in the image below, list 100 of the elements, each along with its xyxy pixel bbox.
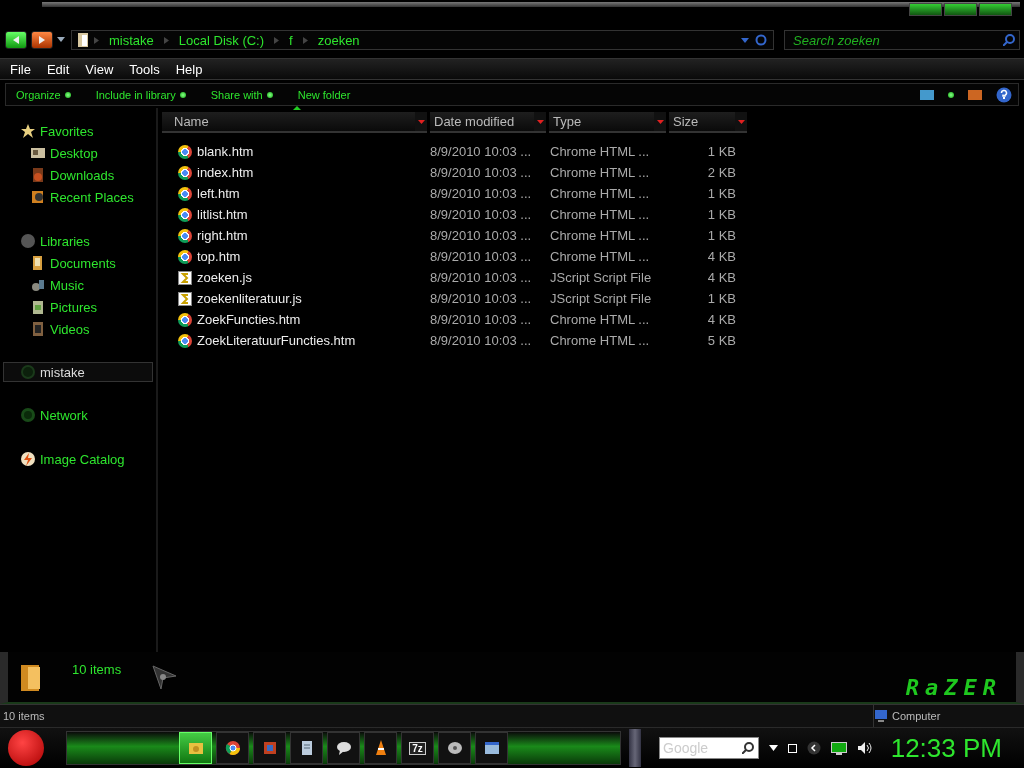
table-cell-text: 1 KB bbox=[706, 207, 736, 222]
downloads-icon bbox=[30, 167, 46, 183]
table-cell-text: 8/9/2010 10:03 ... bbox=[430, 312, 533, 327]
menu-item[interactable]: Help bbox=[167, 61, 211, 77]
monitor-icon[interactable] bbox=[831, 741, 847, 755]
file-name[interactable]: litlist.htm bbox=[158, 207, 430, 222]
start-button[interactable] bbox=[8, 730, 44, 766]
sidebar-item[interactable]: Image Catalog bbox=[0, 448, 156, 470]
taskbar-button[interactable] bbox=[290, 732, 323, 764]
chrome-icon bbox=[178, 312, 192, 327]
taskbar-button[interactable] bbox=[438, 732, 471, 764]
item-count: 10 items bbox=[72, 662, 122, 677]
sidebar-item[interactable]: Downloads bbox=[0, 164, 156, 186]
preview-pane-icon[interactable] bbox=[968, 89, 982, 100]
table-cell-text: 1 KB bbox=[706, 186, 736, 201]
script-file-icon bbox=[178, 270, 192, 285]
table-cell-text: Chrome HTML ... bbox=[550, 165, 651, 180]
menu-item[interactable]: View bbox=[77, 61, 122, 77]
breadcrumb[interactable]: Local Disk (C:) bbox=[174, 32, 269, 48]
search-icon[interactable] bbox=[742, 742, 754, 754]
sidebar-item[interactable]: Favorites bbox=[0, 120, 156, 142]
folder-icon bbox=[78, 33, 88, 47]
table-cell-text: 5 KB bbox=[706, 333, 736, 348]
search-field[interactable]: Search zoeken bbox=[784, 30, 1020, 50]
address-bar[interactable]: mistake Local Disk (C:) f zoeken bbox=[71, 30, 774, 50]
file-name[interactable]: ZoekLiteratuurFuncties.htm bbox=[158, 333, 430, 348]
recent-places-icon bbox=[30, 189, 46, 205]
sidebar-item[interactable]: mistake bbox=[3, 362, 153, 382]
view-icon[interactable] bbox=[920, 89, 934, 100]
libraries-icon bbox=[20, 233, 36, 249]
table-cell-text: Chrome HTML ... bbox=[550, 249, 651, 264]
file-name[interactable]: ZoekFuncties.htm bbox=[158, 312, 430, 327]
videos-icon bbox=[30, 321, 46, 337]
table-cell-text: 2 KB bbox=[706, 165, 736, 180]
sidebar-item[interactable]: Libraries bbox=[0, 230, 156, 252]
sidebar-item[interactable]: Documents bbox=[0, 252, 156, 274]
file-name[interactable]: left.htm bbox=[158, 186, 430, 201]
taskbar-button[interactable] bbox=[475, 732, 508, 764]
breadcrumb[interactable]: f bbox=[285, 32, 297, 48]
toolbar-button[interactable]: Organize bbox=[16, 88, 61, 101]
refresh-icon[interactable] bbox=[755, 34, 767, 46]
taskbar-button[interactable] bbox=[327, 732, 360, 764]
sidebar-item[interactable]: Network bbox=[0, 404, 156, 426]
breadcrumb[interactable]: zoeken bbox=[313, 32, 364, 48]
taskbar-button[interactable] bbox=[216, 732, 249, 764]
file-name[interactable]: blank.htm bbox=[158, 144, 430, 159]
sidebar-item[interactable]: Music bbox=[0, 274, 156, 296]
table-cell-text: JScript Script File bbox=[550, 270, 653, 285]
table-cell-text: Chrome HTML ... bbox=[550, 312, 651, 327]
table-cell-text: Chrome HTML ... bbox=[550, 333, 651, 348]
caret-icon[interactable] bbox=[769, 745, 778, 751]
window-controls[interactable] bbox=[909, 3, 1012, 16]
menu-item[interactable]: Edit bbox=[38, 61, 78, 77]
dropdown-dot-icon[interactable] bbox=[948, 91, 954, 98]
chrome-icon bbox=[178, 144, 192, 159]
separator-arrow-icon bbox=[163, 36, 169, 44]
file-name[interactable]: right.htm bbox=[158, 228, 430, 243]
brand-logo: RaZER bbox=[905, 674, 1002, 700]
sidebar-item[interactable]: Recent Places bbox=[0, 186, 156, 208]
square-icon[interactable] bbox=[788, 743, 797, 753]
help-icon[interactable] bbox=[996, 86, 1012, 103]
sidebar-item[interactable]: Videos bbox=[0, 318, 156, 340]
menu-item[interactable]: File bbox=[2, 61, 39, 77]
forward-arrow-icon bbox=[37, 35, 47, 45]
dropdown-dot-icon[interactable] bbox=[64, 91, 71, 98]
dropdown-caret-icon[interactable] bbox=[737, 119, 745, 124]
speaker-icon[interactable] bbox=[857, 741, 873, 755]
dropdown-caret-icon[interactable] bbox=[57, 37, 65, 43]
toolbar-button[interactable]: Include in library bbox=[95, 88, 176, 101]
chrome-icon bbox=[178, 165, 192, 180]
chevron-icon[interactable] bbox=[807, 741, 821, 755]
dropdown-caret-icon[interactable] bbox=[536, 119, 544, 124]
dropdown-dot-icon[interactable] bbox=[266, 91, 273, 98]
separator-arrow-icon bbox=[274, 36, 280, 44]
dropdown-caret-icon[interactable] bbox=[656, 119, 664, 124]
dropdown-caret-icon[interactable] bbox=[741, 37, 749, 43]
cursor-icon bbox=[151, 664, 178, 690]
table-cell-text: Chrome HTML ... bbox=[550, 144, 651, 159]
file-name[interactable]: zoekenliteratuur.js bbox=[158, 291, 430, 306]
toolbar-button[interactable]: New folder bbox=[297, 88, 351, 101]
forward-button[interactable] bbox=[31, 31, 53, 49]
taskbar-button[interactable] bbox=[364, 732, 397, 764]
sidebar-item[interactable]: Desktop bbox=[0, 142, 156, 164]
breadcrumb[interactable]: mistake bbox=[105, 32, 158, 48]
taskbar-button[interactable]: 7z bbox=[401, 732, 434, 764]
menu-item[interactable]: Tools bbox=[121, 61, 168, 77]
column-header[interactable]: Date modified bbox=[430, 112, 546, 133]
file-name[interactable]: top.htm bbox=[158, 249, 430, 264]
toolbar-button[interactable]: Share with bbox=[210, 88, 263, 101]
clock[interactable]: 12:33 PM bbox=[890, 732, 1002, 764]
file-name[interactable]: zoeken.js bbox=[158, 270, 430, 285]
dropdown-caret-icon[interactable] bbox=[417, 119, 425, 124]
dropdown-dot-icon[interactable] bbox=[179, 91, 186, 98]
file-name[interactable]: index.htm bbox=[158, 165, 430, 180]
music-icon bbox=[30, 277, 46, 293]
sidebar-item[interactable]: Pictures bbox=[0, 296, 156, 318]
column-header[interactable]: Type bbox=[549, 112, 666, 133]
back-button[interactable] bbox=[5, 31, 27, 49]
column-header[interactable]: Size bbox=[669, 112, 747, 133]
table-cell-text: 4 KB bbox=[706, 270, 736, 285]
